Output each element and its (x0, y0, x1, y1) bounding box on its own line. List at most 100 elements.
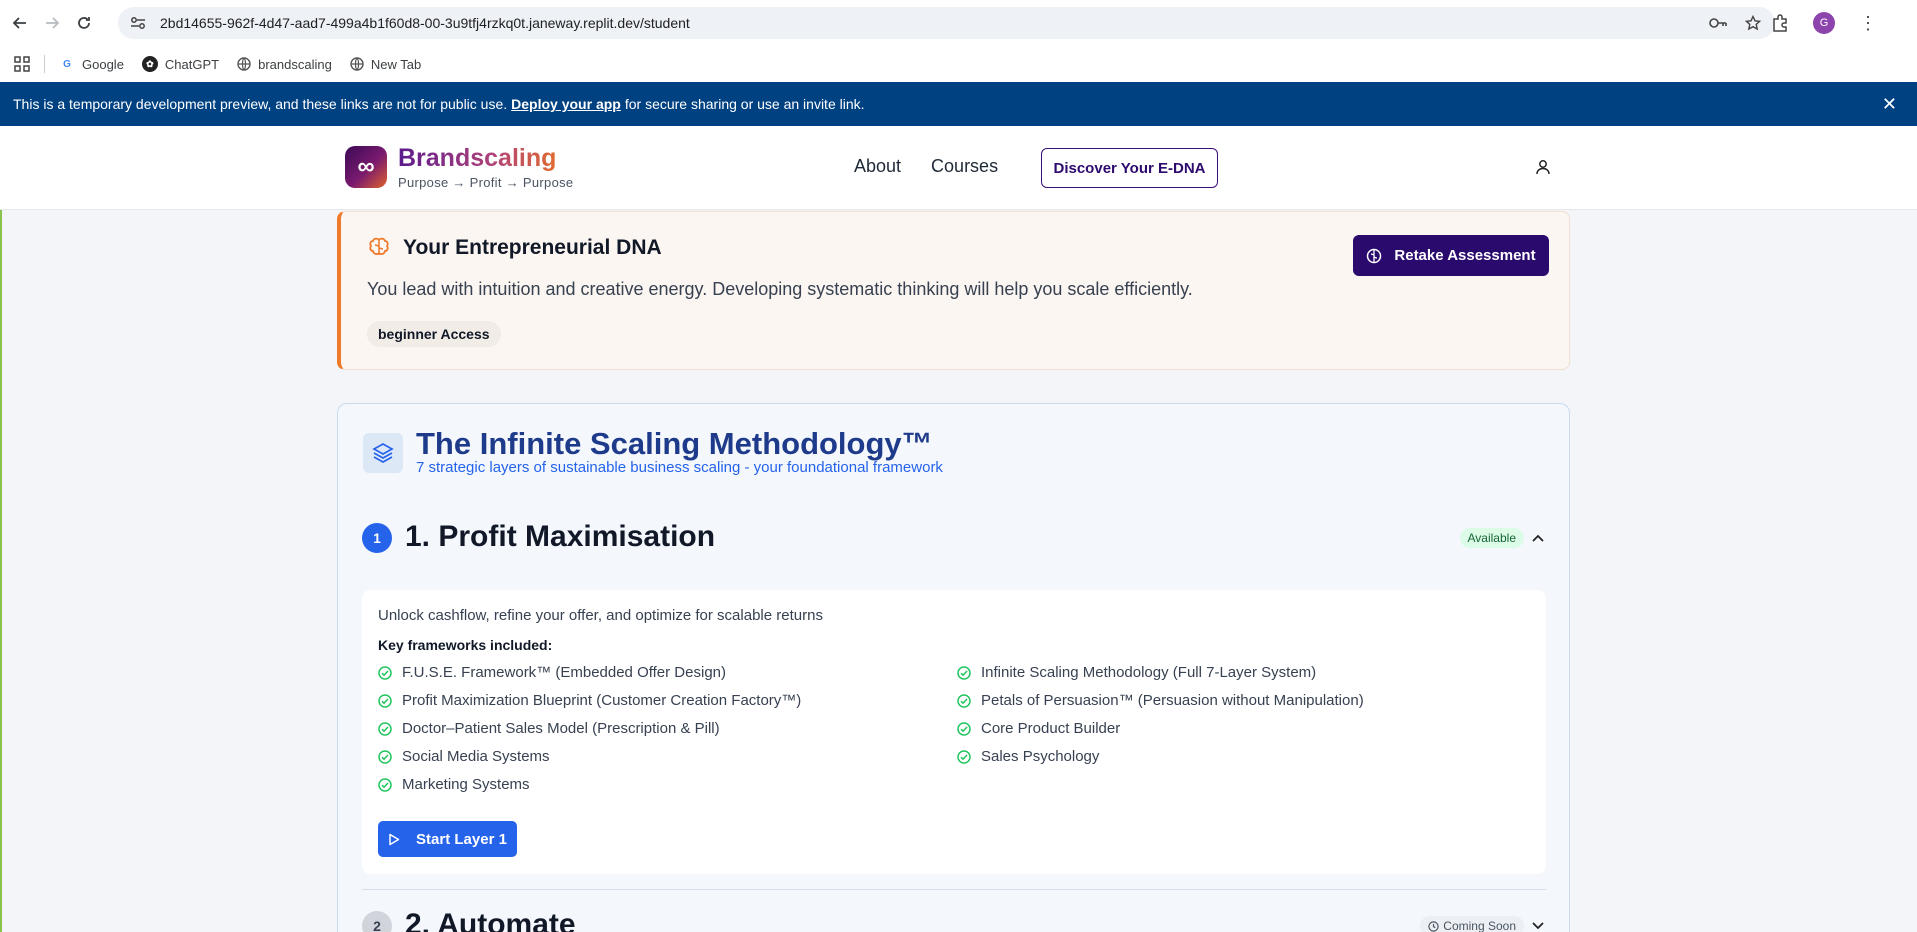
layer-1-header[interactable]: 1 1. Profit Maximisation Available (362, 520, 1546, 556)
nav-courses[interactable]: Courses (931, 156, 998, 177)
check-circle-icon (957, 665, 971, 680)
brain-icon (1367, 248, 1382, 263)
bookmark-label: brandscaling (258, 56, 332, 72)
list-item: Doctor–Patient Sales Model (Prescription… (378, 720, 957, 737)
framework-label: Core Product Builder (981, 720, 1121, 737)
check-circle-icon (957, 749, 971, 764)
layer-number-badge: 1 (362, 523, 392, 553)
status-label: Available (1467, 531, 1516, 545)
chevron-up-icon[interactable] (1530, 530, 1546, 546)
bookmark-new-tab[interactable]: New Tab (350, 57, 421, 72)
framework-label: Sales Psychology (981, 748, 1100, 765)
dna-title-row: Your Entrepreneurial DNA (367, 236, 662, 260)
start-layer-1-button[interactable]: Start Layer 1 (378, 821, 517, 857)
check-circle-icon (378, 777, 392, 792)
browser-toolbar: 2bd14655-962f-4d47-aad7-499a4b1f60d8-00-… (0, 0, 1917, 46)
globe-icon (237, 57, 251, 71)
brand-logo[interactable]: ∞ (345, 146, 387, 188)
framework-label: Marketing Systems (402, 776, 530, 793)
bookmark-label: Google (82, 56, 124, 72)
extensions-icon[interactable] (1771, 14, 1789, 32)
clock-icon (1428, 920, 1439, 932)
framework-label: Profit Maximization Blueprint (Customer … (402, 692, 802, 709)
bookmark-google[interactable]: G Google (59, 56, 124, 72)
list-item: Profit Maximization Blueprint (Customer … (378, 692, 957, 709)
brand-name[interactable]: Brandscaling (398, 144, 556, 173)
play-icon (389, 833, 400, 845)
check-circle-icon (378, 693, 392, 708)
list-item: Infinite Scaling Methodology (Full 7-Lay… (957, 664, 1528, 681)
deploy-app-link[interactable]: Deploy your app (511, 96, 621, 112)
retake-label: Retake Assessment (1394, 247, 1536, 264)
bookmark-chatgpt[interactable]: ✿ ChatGPT (141, 56, 220, 72)
apps-grid-icon[interactable] (14, 56, 30, 72)
main-nav: About Courses (854, 156, 998, 177)
access-level-badge: beginner Access (367, 321, 501, 347)
layer-divider (362, 889, 1546, 890)
password-key-icon[interactable] (1709, 17, 1727, 29)
framework-label: Social Media Systems (402, 748, 550, 765)
close-icon[interactable]: ✕ (1882, 94, 1897, 115)
google-icon: G (63, 58, 71, 70)
chevron-down-icon[interactable] (1530, 918, 1546, 932)
browser-actions: G ⋮ (1771, 7, 1877, 39)
check-circle-icon (957, 693, 971, 708)
site-header: ∞ Brandscaling Purpose → Profit → Purpos… (0, 126, 1917, 210)
retake-assessment-button[interactable]: Retake Assessment (1353, 235, 1549, 276)
bookmark-star-icon[interactable] (1745, 15, 1761, 31)
dna-description: You lead with intuition and creative ene… (367, 279, 1193, 299)
brain-icon (369, 237, 389, 255)
frameworks-heading: Key frameworks included: (378, 637, 553, 653)
framework-label: Petals of Persuasion™ (Persuasion withou… (981, 692, 1364, 709)
discover-edna-button[interactable]: Discover Your E-DNA (1041, 148, 1218, 188)
bookmark-label: ChatGPT (164, 56, 220, 72)
methodology-card: The Infinite Scaling Methodology™ 7 stra… (337, 403, 1570, 932)
bookmark-brandscaling[interactable]: brandscaling (237, 57, 332, 72)
arrow-right-icon (46, 17, 60, 29)
arrow-left-icon (12, 17, 26, 29)
more-menu-icon[interactable]: ⋮ (1859, 13, 1877, 34)
profile-avatar[interactable]: G (1813, 12, 1835, 34)
layer-description: Unlock cashflow, refine your offer, and … (378, 607, 823, 624)
site-settings-icon[interactable] (128, 16, 148, 30)
start-layer-label: Start Layer 1 (416, 830, 507, 848)
omnibox-actions (1709, 7, 1761, 39)
layers-icon (363, 433, 403, 473)
dna-title: Your Entrepreneurial DNA (403, 236, 662, 259)
check-circle-icon (378, 665, 392, 680)
layer-2-header[interactable]: 2 2. Automate Coming Soon (362, 908, 1546, 932)
list-item: Marketing Systems (378, 776, 957, 793)
methodology-subtitle: 7 strategic layers of sustainable busine… (416, 459, 943, 476)
check-circle-icon (957, 721, 971, 736)
globe-icon (350, 57, 364, 71)
url-text[interactable]: 2bd14655-962f-4d47-aad7-499a4b1f60d8-00-… (160, 15, 690, 31)
layer-1-content: Unlock cashflow, refine your offer, and … (362, 590, 1546, 874)
banner-text: This is a temporary development preview,… (13, 96, 508, 112)
forward-button[interactable] (36, 7, 68, 39)
framework-label: Doctor–Patient Sales Model (Prescription… (402, 720, 720, 737)
browser-chrome: 2bd14655-962f-4d47-aad7-499a4b1f60d8-00-… (0, 0, 1917, 82)
layer-number-badge: 2 (362, 911, 392, 932)
list-item: Core Product Builder (957, 720, 1528, 737)
list-item: Social Media Systems (378, 748, 957, 765)
framework-label: Infinite Scaling Methodology (Full 7-Lay… (981, 664, 1317, 681)
nav-about[interactable]: About (854, 156, 901, 177)
frameworks-list: F.U.S.E. Framework™ (Embedded Offer Desi… (378, 664, 1528, 793)
list-item: Petals of Persuasion™ (Persuasion withou… (957, 692, 1528, 709)
dev-preview-banner: This is a temporary development preview,… (0, 82, 1917, 126)
framework-label: F.U.S.E. Framework™ (Embedded Offer Desi… (402, 664, 726, 681)
banner-text-after: for secure sharing or use an invite link… (624, 96, 865, 112)
back-button[interactable] (4, 7, 36, 39)
status-badge: Coming Soon (1420, 916, 1524, 932)
reload-button[interactable] (68, 7, 100, 39)
methodology-title: The Infinite Scaling Methodology™ (416, 426, 933, 461)
bookmark-label: New Tab (370, 56, 422, 72)
list-item: F.U.S.E. Framework™ (Embedded Offer Desi… (378, 664, 957, 681)
address-bar[interactable]: 2bd14655-962f-4d47-aad7-499a4b1f60d8-00-… (118, 7, 1775, 39)
user-icon[interactable] (1533, 157, 1553, 177)
reload-icon (78, 17, 90, 29)
entrepreneurial-dna-card: Your Entrepreneurial DNA You lead with i… (337, 211, 1570, 370)
check-circle-icon (378, 749, 392, 764)
bookmarks-separator (44, 55, 45, 73)
status-label: Coming Soon (1443, 919, 1516, 932)
